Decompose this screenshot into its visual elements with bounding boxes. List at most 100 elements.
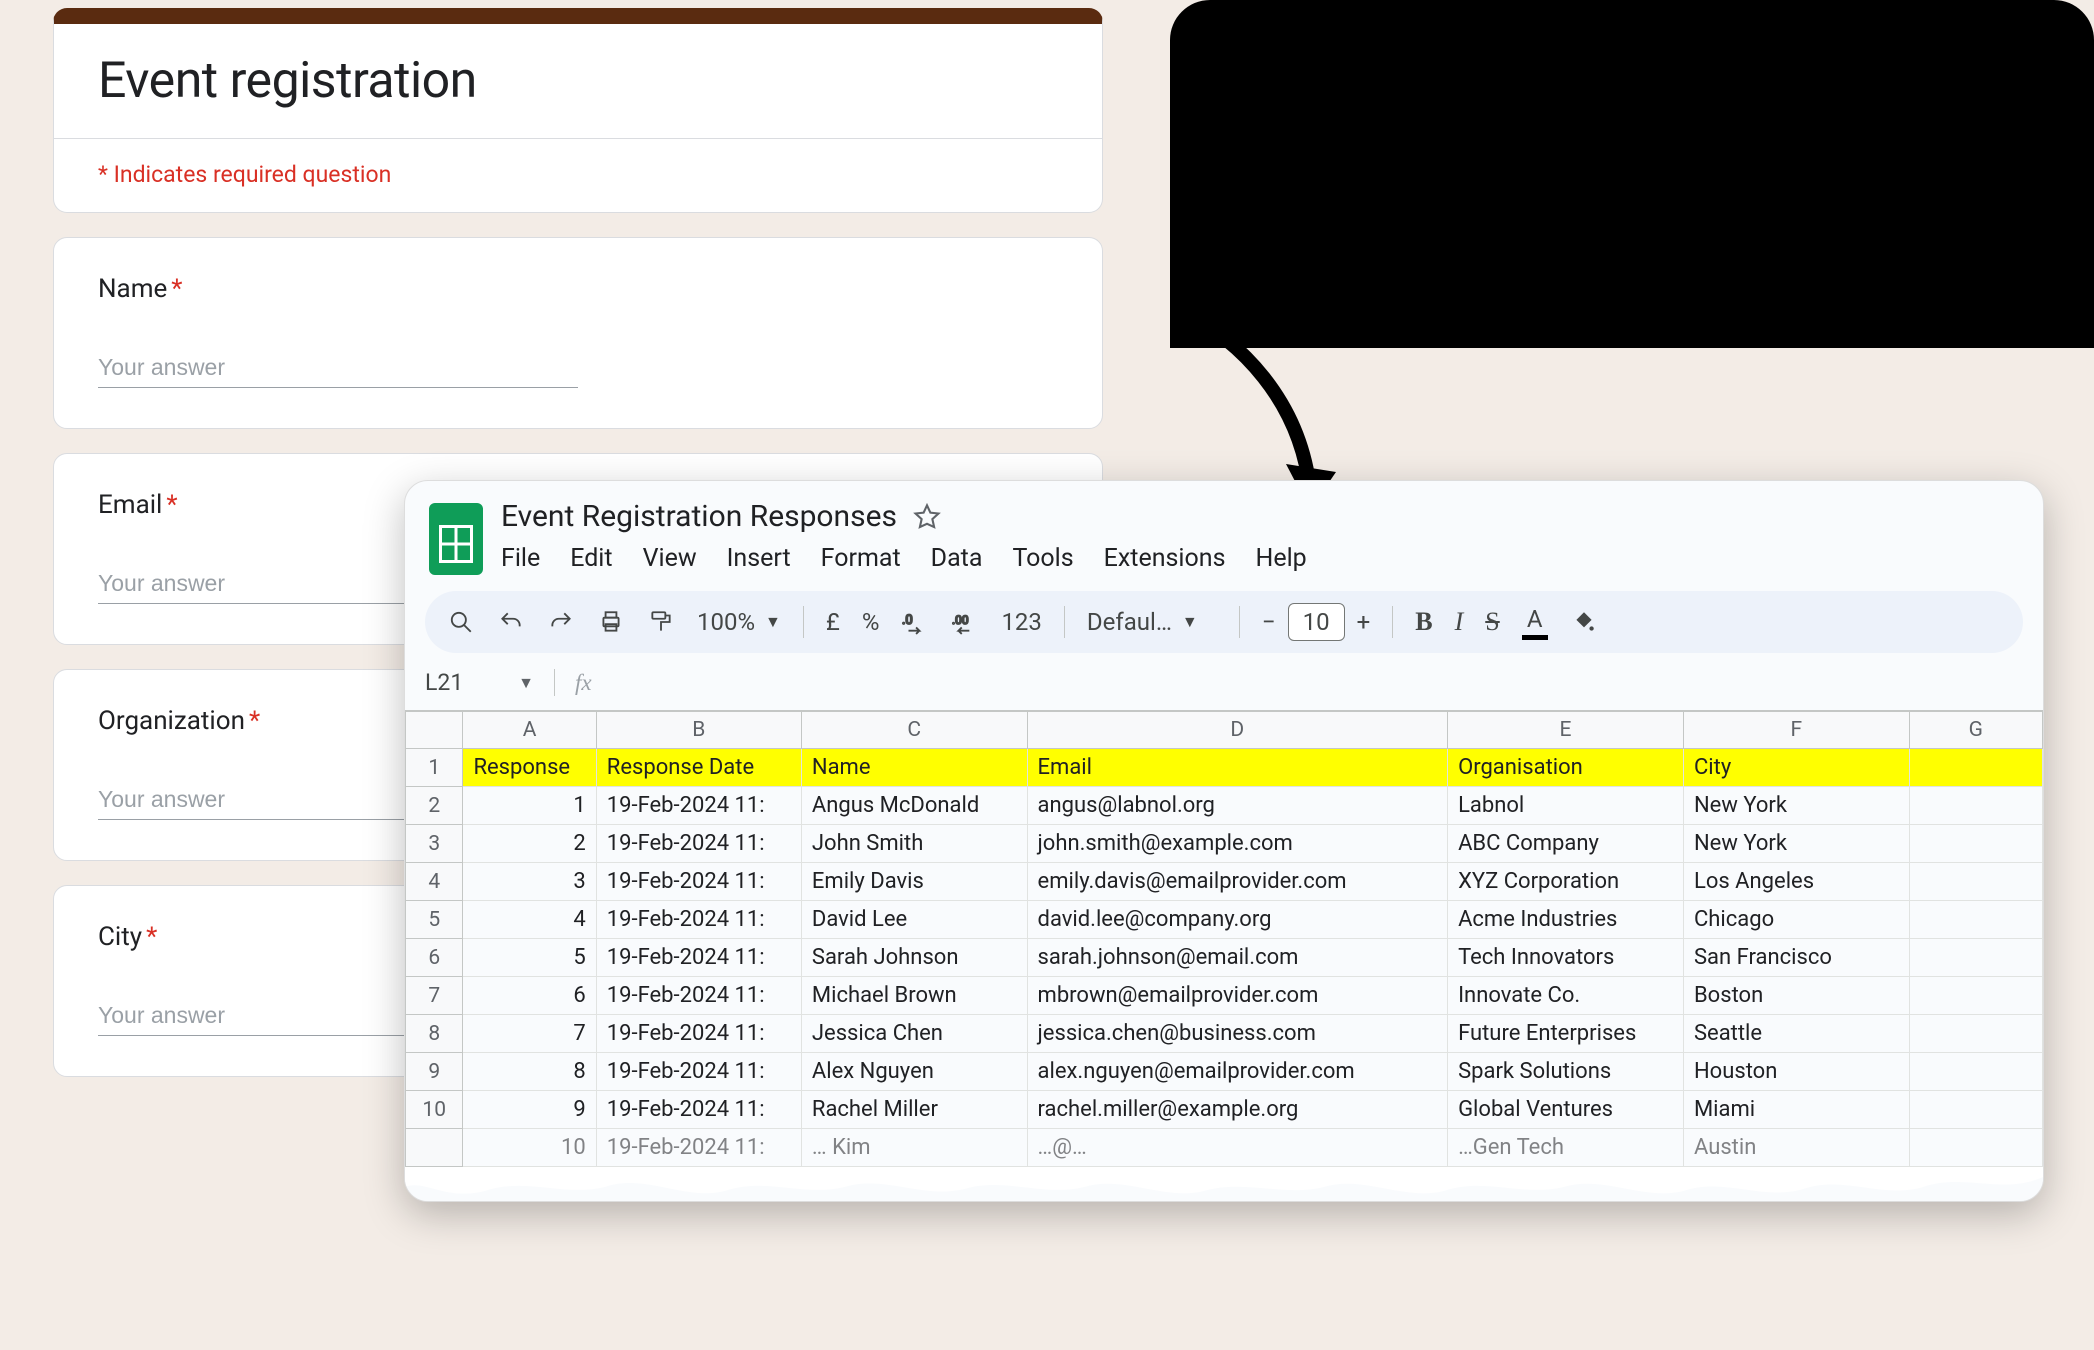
column-header[interactable]: B [596,712,801,749]
cell[interactable]: rachel.miller@example.org [1027,1091,1448,1129]
cell[interactable] [1909,1053,2042,1091]
row-header[interactable]: 9 [406,1053,463,1091]
print-icon[interactable] [597,608,625,636]
name-input[interactable] [98,348,578,388]
cell[interactable] [1909,1091,2042,1129]
column-header[interactable]: F [1683,712,1909,749]
cell[interactable]: David Lee [801,901,1027,939]
menu-help[interactable]: Help [1255,544,1306,573]
column-header[interactable]: A [463,712,596,749]
cell[interactable]: Email [1027,749,1448,787]
increase-font-button[interactable]: + [1357,608,1371,636]
cell[interactable]: 5 [463,939,596,977]
cell[interactable]: emily.davis@emailprovider.com [1027,863,1448,901]
cell[interactable]: 19-Feb-2024 11: [596,977,801,1015]
currency-format-button[interactable]: £ [826,608,840,636]
cell[interactable]: Alex Nguyen [801,1053,1027,1091]
cell[interactable]: Seattle [1683,1015,1909,1053]
font-size-input[interactable]: 10 [1288,603,1345,641]
cell[interactable]: Jessica Chen [801,1015,1027,1053]
cell[interactable]: Angus McDonald [801,787,1027,825]
cell[interactable]: 19-Feb-2024 11: [596,787,801,825]
cell[interactable]: Emily Davis [801,863,1027,901]
row-header[interactable] [406,1129,463,1167]
row-header[interactable]: 6 [406,939,463,977]
cell[interactable]: 19-Feb-2024 11: [596,1015,801,1053]
cell[interactable]: 6 [463,977,596,1015]
menu-format[interactable]: Format [821,544,901,573]
bold-button[interactable]: B [1415,607,1432,637]
name-box[interactable]: L21 ▼ [425,669,555,696]
cell[interactable]: Innovate Co. [1448,977,1684,1015]
cell[interactable]: …Gen Tech [1448,1129,1684,1167]
row-header[interactable]: 8 [406,1015,463,1053]
row-header[interactable]: 3 [406,825,463,863]
cell[interactable]: Response Date [596,749,801,787]
cell[interactable] [1909,939,2042,977]
cell[interactable]: 2 [463,825,596,863]
cell[interactable]: sarah.johnson@email.com [1027,939,1448,977]
cell[interactable]: Labnol [1448,787,1684,825]
cell[interactable]: 19-Feb-2024 11: [596,901,801,939]
column-header[interactable]: E [1448,712,1684,749]
cell[interactable]: Boston [1683,977,1909,1015]
cell[interactable]: Miami [1683,1091,1909,1129]
undo-icon[interactable] [497,608,525,636]
cell[interactable]: 19-Feb-2024 11: [596,939,801,977]
cell[interactable]: Michael Brown [801,977,1027,1015]
cell[interactable]: mbrown@emailprovider.com [1027,977,1448,1015]
cell[interactable]: 19-Feb-2024 11: [596,863,801,901]
text-color-button[interactable]: A [1522,605,1548,640]
row-header[interactable]: 5 [406,901,463,939]
cell[interactable]: 4 [463,901,596,939]
cell[interactable]: Spark Solutions [1448,1053,1684,1091]
cell[interactable]: angus@labnol.org [1027,787,1448,825]
cell[interactable]: Tech Innovators [1448,939,1684,977]
cell[interactable]: Austin [1683,1129,1909,1167]
strikethrough-button[interactable]: S [1485,607,1499,637]
menu-data[interactable]: Data [931,544,983,573]
cell[interactable]: XYZ Corporation [1448,863,1684,901]
menu-file[interactable]: File [501,544,540,573]
cell[interactable]: New York [1683,787,1909,825]
cell[interactable]: Global Ventures [1448,1091,1684,1129]
cell[interactable]: Response [463,749,596,787]
cell[interactable]: 1 [463,787,596,825]
zoom-select[interactable]: 100%▼ [697,608,781,636]
cell[interactable]: Organisation [1448,749,1684,787]
cell[interactable]: Houston [1683,1053,1909,1091]
menu-view[interactable]: View [643,544,697,573]
cell[interactable] [1909,1129,2042,1167]
doc-name[interactable]: Event Registration Responses [501,499,897,534]
cell[interactable]: San Francisco [1683,939,1909,977]
cell[interactable] [1909,901,2042,939]
menu-insert[interactable]: Insert [727,544,791,573]
row-header[interactable]: 10 [406,1091,463,1129]
cell[interactable]: john.smith@example.com [1027,825,1448,863]
cell[interactable]: … Kim [801,1129,1027,1167]
cell[interactable] [1909,825,2042,863]
menu-edit[interactable]: Edit [570,544,612,573]
menu-tools[interactable]: Tools [1012,544,1073,573]
search-icon[interactable] [447,608,475,636]
spreadsheet-grid[interactable]: ABCDEFG1ResponseResponse DateNameEmailOr… [405,710,2043,1167]
cell[interactable]: Rachel Miller [801,1091,1027,1129]
cell[interactable]: jessica.chen@business.com [1027,1015,1448,1053]
decrease-decimal-icon[interactable]: .0 [901,608,929,636]
cell[interactable]: Sarah Johnson [801,939,1027,977]
cell[interactable]: ABC Company [1448,825,1684,863]
cell[interactable]: 9 [463,1091,596,1129]
row-header[interactable]: 2 [406,787,463,825]
cell[interactable]: 19-Feb-2024 11: [596,1091,801,1129]
column-header[interactable]: C [801,712,1027,749]
cell[interactable]: …@… [1027,1129,1448,1167]
cell[interactable]: Name [801,749,1027,787]
column-header[interactable]: G [1909,712,2042,749]
paint-format-icon[interactable] [647,608,675,636]
cell[interactable] [1909,1015,2042,1053]
cell[interactable]: Future Enterprises [1448,1015,1684,1053]
cell[interactable]: david.lee@company.org [1027,901,1448,939]
star-icon[interactable] [913,503,941,531]
cell[interactable]: Acme Industries [1448,901,1684,939]
cell[interactable]: City [1683,749,1909,787]
